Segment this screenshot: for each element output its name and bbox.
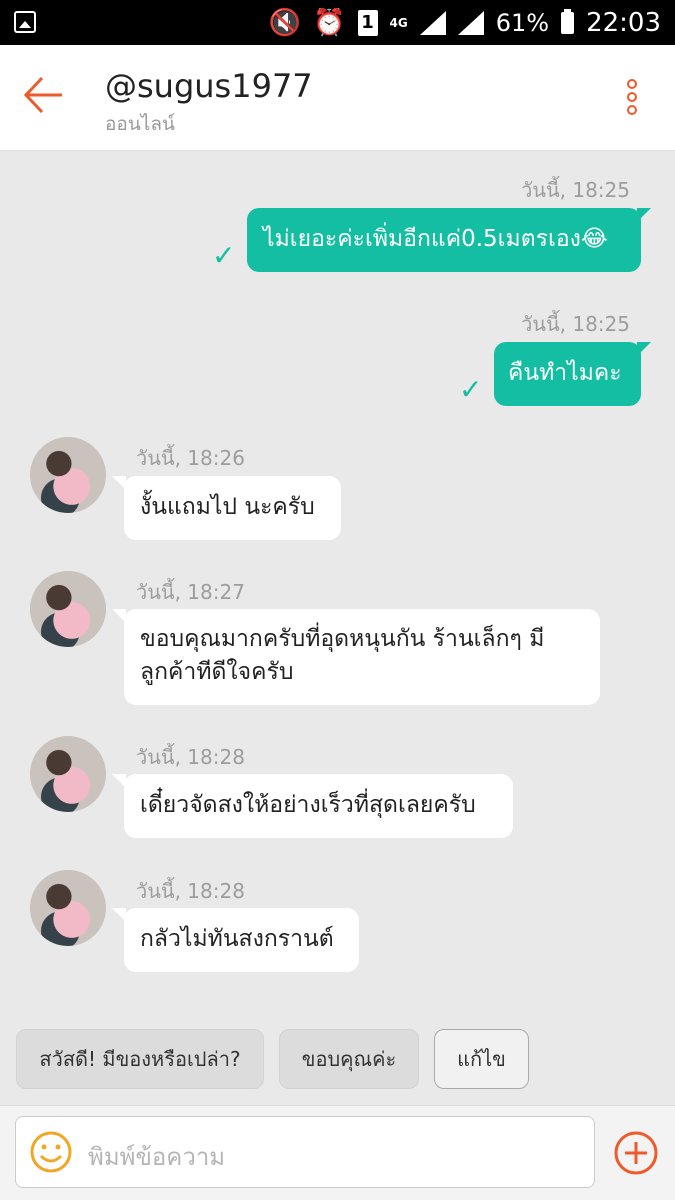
quick-reply-button[interactable]: ขอบคุณค่ะ bbox=[279, 1029, 419, 1089]
input-placeholder: พิมพ์ข้อความ bbox=[88, 1143, 226, 1171]
message-text: ไม่เยอะค่ะเพิ่มอีกแค่0.5เมตรเอง😂 bbox=[263, 226, 608, 252]
message-timestamp: วันนี้, 18:26 bbox=[136, 446, 245, 470]
signal-icon-2 bbox=[457, 10, 484, 35]
alarm-icon: ⏰ bbox=[313, 7, 346, 38]
message-timestamp: วันนี้, 18:25 bbox=[521, 312, 630, 336]
signal-icon bbox=[419, 10, 446, 35]
incoming-message[interactable]: งั้นแถมไป นะครับ bbox=[124, 476, 341, 540]
contact-avatar[interactable] bbox=[30, 571, 106, 647]
message-timestamp: วันนี้, 18:27 bbox=[136, 580, 245, 604]
more-menu-icon[interactable] bbox=[627, 79, 639, 119]
bubble-tail bbox=[637, 208, 651, 222]
check-icon: ✓ bbox=[212, 239, 236, 272]
chat-messages[interactable]: วันนี้, 18:25 ✓ ไม่เยอะค่ะเพิ่มอีกแค่0.5… bbox=[0, 151, 675, 1013]
message-text: งั้นแถมไป นะครับ bbox=[140, 494, 315, 520]
quick-replies: สวัสดี! มีของหรือเปล่า? ขอบคุณค่ะ แก้ไข bbox=[0, 1013, 675, 1105]
edit-quick-replies-button[interactable]: แก้ไข bbox=[434, 1029, 529, 1089]
message-text: คืนทำไมคะ bbox=[508, 360, 622, 386]
message-timestamp: วันนี้, 18:25 bbox=[521, 178, 630, 202]
online-status: ออนไลน์ bbox=[105, 113, 175, 135]
sim-badge: 1 bbox=[357, 9, 378, 36]
gallery-notification-icon bbox=[14, 11, 36, 33]
status-bar: 🔇 ⏰ 1 4G 61% 22:03 bbox=[0, 0, 675, 45]
mute-icon: 🔇 bbox=[268, 7, 302, 38]
message-text-line: ลูกค้าทีดีใจครับ bbox=[140, 659, 294, 685]
chat-header: @sugus1977 ออนไลน์ bbox=[0, 45, 675, 151]
message-input[interactable]: พิมพ์ข้อความ bbox=[15, 1116, 595, 1188]
incoming-message[interactable]: ขอบคุณมากครับที่อุดหนุนกัน ร้านเล็กๆ มี … bbox=[124, 609, 600, 705]
emoji-icon[interactable] bbox=[30, 1131, 72, 1173]
quick-reply-button[interactable]: สวัสดี! มีของหรือเปล่า? bbox=[16, 1029, 264, 1089]
clock: 22:03 bbox=[586, 7, 661, 38]
incoming-message[interactable]: กลัวไม่ทันสงกรานต์ bbox=[124, 908, 359, 972]
contact-avatar[interactable] bbox=[30, 437, 106, 513]
battery-percent: 61% bbox=[495, 8, 550, 37]
bubble-tail bbox=[637, 342, 651, 356]
outgoing-message[interactable]: คืนทำไมคะ bbox=[494, 342, 641, 406]
message-timestamp: วันนี้, 18:28 bbox=[136, 745, 245, 769]
message-text: เดี๋ยวจัดสงให้อย่างเร็วที่สุดเลยครับ bbox=[140, 792, 476, 818]
contact-avatar[interactable] bbox=[30, 736, 106, 812]
network-type: 4G bbox=[389, 15, 408, 30]
check-icon: ✓ bbox=[459, 373, 483, 406]
message-input-bar: พิมพ์ข้อความ bbox=[0, 1105, 675, 1200]
contact-avatar[interactable] bbox=[30, 870, 106, 946]
message-text-line: ขอบคุณมากครับที่อุดหนุนกัน ร้านเล็กๆ มี bbox=[140, 626, 545, 652]
status-icons: 🔇 ⏰ 1 4G 61% 22:03 bbox=[269, 0, 661, 45]
contact-name: @sugus1977 bbox=[105, 67, 313, 105]
battery-icon bbox=[561, 8, 575, 34]
incoming-message[interactable]: เดี๋ยวจัดสงให้อย่างเร็วที่สุดเลยครับ bbox=[124, 774, 513, 838]
add-attachment-icon[interactable] bbox=[614, 1131, 658, 1175]
back-arrow-icon[interactable] bbox=[22, 73, 66, 117]
message-text: กลัวไม่ทันสงกรานต์ bbox=[140, 926, 334, 952]
message-timestamp: วันนี้, 18:28 bbox=[136, 879, 245, 903]
outgoing-message[interactable]: ไม่เยอะค่ะเพิ่มอีกแค่0.5เมตรเอง😂 bbox=[247, 208, 641, 272]
